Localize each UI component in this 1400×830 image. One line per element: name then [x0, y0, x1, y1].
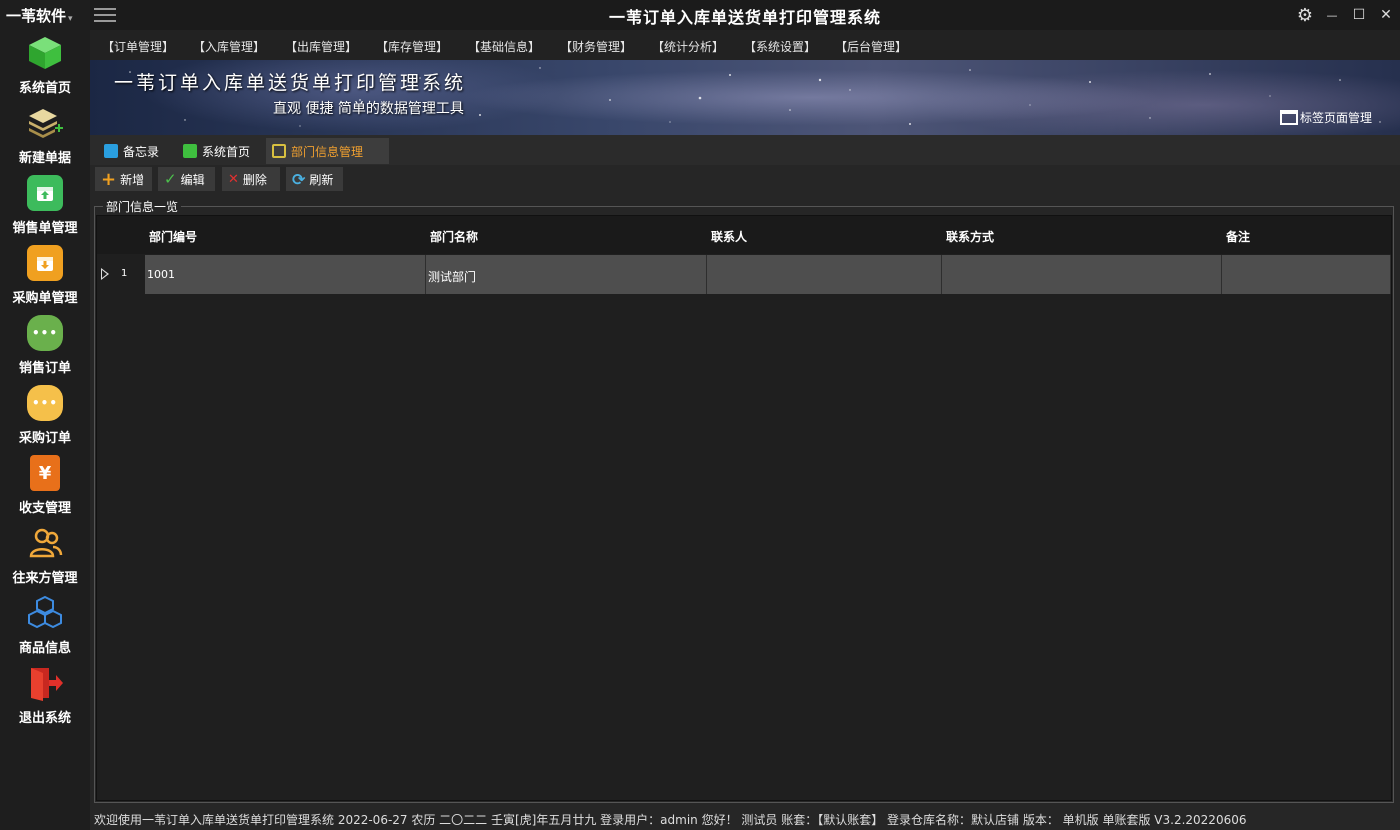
cube-icon: [183, 144, 197, 158]
row-pointer-icon: [101, 268, 109, 280]
cell-remark[interactable]: [1222, 255, 1391, 294]
edit-button-label: 编辑: [180, 172, 205, 187]
title-bar: 一苇订单入库单送货单打印管理系统 ⚙ — ☐ ✕: [90, 0, 1400, 30]
tab-label: 部门信息管理: [291, 144, 364, 159]
menu-inbound-management[interactable]: 【入库管理】: [193, 38, 265, 55]
sidebar-item-label: 采购单管理: [12, 291, 78, 306]
toolbar: + 新增 ✓ 编辑 ✕ 删除 ⟳ 刷新: [90, 165, 1400, 193]
sidebar-item-new-document[interactable]: 新建单据: [0, 105, 90, 175]
checkmark-icon: ✓: [164, 170, 177, 188]
grid-header: 部门编号 部门名称 联系人 联系方式 备注: [97, 216, 1391, 254]
group-title: 部门信息一览: [103, 198, 182, 215]
add-button[interactable]: + 新增: [95, 167, 152, 191]
tab-page-manager-label: 标签页面管理: [1300, 111, 1373, 125]
sidebar-item-sales-doc[interactable]: 销售单管理: [0, 175, 90, 245]
menu-statistics[interactable]: 【统计分析】: [652, 38, 724, 55]
brand-name: 一苇软件: [6, 7, 67, 25]
refresh-button-label: 刷新: [309, 172, 334, 187]
menu-system-settings[interactable]: 【系统设置】: [744, 38, 816, 55]
cell-contact[interactable]: [707, 255, 942, 294]
exit-icon: [27, 665, 63, 701]
menu-outbound-management[interactable]: 【出库管理】: [285, 38, 357, 55]
sidebar-item-products[interactable]: 商品信息: [0, 595, 90, 665]
refresh-icon: ⟳: [292, 169, 306, 189]
banner-title: 一苇订单入库单送货单打印管理系统: [114, 72, 467, 94]
column-header-dept-code[interactable]: 部门编号: [149, 228, 197, 245]
row-indicator: 1: [97, 255, 145, 294]
close-button[interactable]: ✕: [1375, 4, 1397, 26]
edit-button[interactable]: ✓ 编辑: [158, 167, 215, 191]
cell-dept-code[interactable]: 1001: [145, 255, 426, 294]
box-up-icon: [27, 175, 63, 211]
maximize-button[interactable]: ☐: [1348, 4, 1370, 26]
sidebar-item-label: 采购订单: [18, 431, 71, 446]
sidebar-item-purchase-doc[interactable]: 采购单管理: [0, 245, 90, 315]
sidebar-item-home[interactable]: 系统首页: [0, 35, 90, 105]
box-down-icon: [27, 245, 63, 281]
sidebar-item-purchase-order[interactable]: ••• 采购订单: [0, 385, 90, 455]
settings-gear-icon[interactable]: ⚙: [1294, 4, 1316, 26]
sidebar-item-label: 新建单据: [18, 151, 71, 166]
column-header-remark[interactable]: 备注: [1226, 228, 1250, 245]
sidebar-item-label: 商品信息: [18, 641, 71, 656]
department-grid[interactable]: 部门编号 部门名称 联系人 联系方式 备注 1 1001 测试部门: [96, 215, 1392, 801]
tab-label: 备忘录: [123, 144, 160, 159]
minimize-button[interactable]: —: [1321, 4, 1343, 26]
tab-home[interactable]: 系统首页: [177, 138, 265, 164]
sidebar-item-label: 退出系统: [18, 711, 71, 726]
cube-icon: [27, 35, 63, 71]
column-header-contact-info[interactable]: 联系方式: [946, 228, 994, 245]
menu-order-management[interactable]: 【订单管理】: [102, 38, 174, 55]
window-title: 一苇订单入库单送货单打印管理系统: [608, 8, 881, 27]
plus-icon: +: [101, 168, 117, 190]
dept-icon: [272, 144, 286, 158]
stack-add-icon: [27, 105, 63, 141]
chat-dots-icon: •••: [27, 385, 63, 421]
tab-memo[interactable]: 备忘录: [98, 138, 176, 164]
chat-dots-icon: •••: [27, 315, 63, 351]
sidebar-item-sales-order[interactable]: ••• 销售订单: [0, 315, 90, 385]
brand-menu[interactable]: 一苇软件 ▾: [6, 5, 73, 26]
tab-label: 系统首页: [202, 144, 251, 159]
sidebar-item-finance[interactable]: ¥ 收支管理: [0, 455, 90, 525]
cell-contact-info[interactable]: [942, 255, 1222, 294]
yen-icon: ¥: [30, 455, 60, 491]
menu-bar: 【订单管理】 【入库管理】 【出库管理】 【库存管理】 【基础信息】 【财务管理…: [90, 30, 1400, 60]
add-button-label: 新增: [120, 172, 145, 187]
delete-button-label: 删除: [242, 172, 267, 187]
column-header-dept-name[interactable]: 部门名称: [430, 228, 478, 245]
banner-subtitle: 直观 便捷 简单的数据管理工具: [273, 101, 464, 117]
users-icon: [27, 525, 63, 561]
cubes-icon: [27, 595, 63, 631]
sidebar-item-label: 销售单管理: [12, 221, 78, 236]
tab-strip: 备忘录 系统首页 部门信息管理: [90, 135, 1400, 165]
sidebar-item-exit[interactable]: 退出系统: [0, 665, 90, 735]
menu-finance-management[interactable]: 【财务管理】: [560, 38, 632, 55]
tab-page-manager-button[interactable]: 标签页面管理: [1280, 109, 1372, 126]
tab-department-info[interactable]: 部门信息管理: [266, 138, 389, 164]
menu-backend-management[interactable]: 【后台管理】: [835, 38, 907, 55]
sidebar-item-label: 系统首页: [18, 81, 71, 96]
row-number: 1: [121, 268, 128, 279]
delete-button[interactable]: ✕ 删除: [222, 167, 280, 191]
cell-dept-name[interactable]: 测试部门: [426, 255, 707, 294]
sidebar-item-label: 收支管理: [18, 501, 71, 516]
sidebar-item-label: 销售订单: [18, 361, 71, 376]
sidebar-item-label: 往来方管理: [12, 571, 78, 586]
left-sidebar: 一苇软件 ▾ 系统首页 新建单据 销售单管理 采购单管理 ••• 销售订单 •••…: [0, 0, 90, 830]
menu-basic-info[interactable]: 【基础信息】: [468, 38, 540, 55]
window-tabs-icon: [1280, 110, 1298, 125]
sidebar-item-partners[interactable]: 往来方管理: [0, 525, 90, 595]
memo-icon: [104, 144, 118, 158]
status-bar: 欢迎使用一苇订单入库单送货单打印管理系统 2022-06-27 农历 二〇二二 …: [90, 806, 1400, 830]
table-row[interactable]: 1 1001 测试部门: [97, 255, 1391, 294]
column-header-contact[interactable]: 联系人: [711, 228, 747, 245]
banner: 一苇订单入库单送货单打印管理系统 直观 便捷 简单的数据管理工具 标签页面管理: [90, 60, 1400, 135]
refresh-button[interactable]: ⟳ 刷新: [286, 167, 343, 191]
menu-inventory-management[interactable]: 【库存管理】: [376, 38, 448, 55]
chevron-down-icon: ▾: [68, 14, 73, 24]
x-icon: ✕: [228, 171, 239, 187]
